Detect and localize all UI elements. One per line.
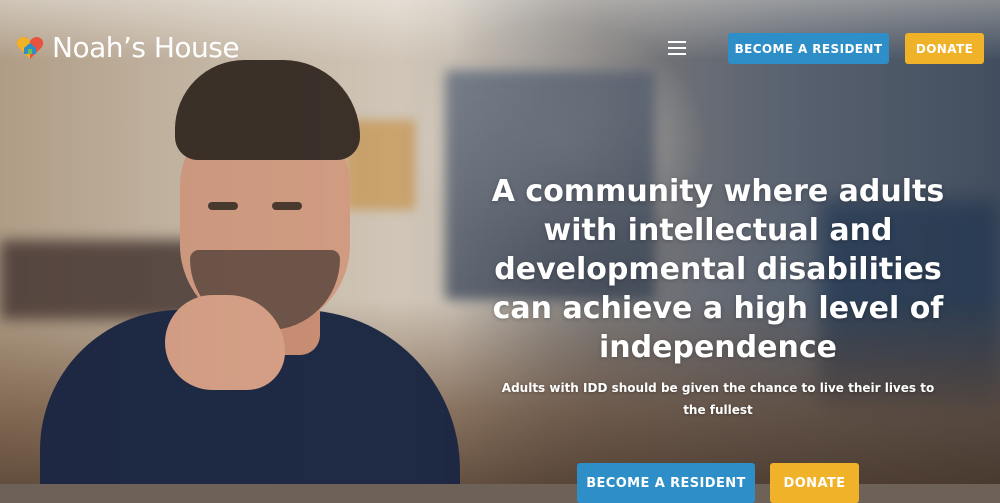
hero-headline: A community where adults with intellectu…: [491, 174, 945, 365]
hero-subheadline: Adults with IDD should be given the chan…: [501, 381, 935, 417]
hamburger-menu-icon[interactable]: [668, 41, 686, 55]
hero-donate-button[interactable]: DONATE: [770, 463, 859, 503]
hero-become-resident-button[interactable]: BECOME A RESIDENT: [577, 463, 755, 503]
nav-become-resident-button[interactable]: BECOME A RESIDENT: [728, 33, 889, 64]
nav-donate-button[interactable]: DONATE: [905, 33, 984, 64]
logo-text: Noah’s House: [52, 31, 240, 64]
site-logo[interactable]: Noah’s House: [16, 31, 240, 64]
heart-house-icon: [16, 37, 44, 59]
